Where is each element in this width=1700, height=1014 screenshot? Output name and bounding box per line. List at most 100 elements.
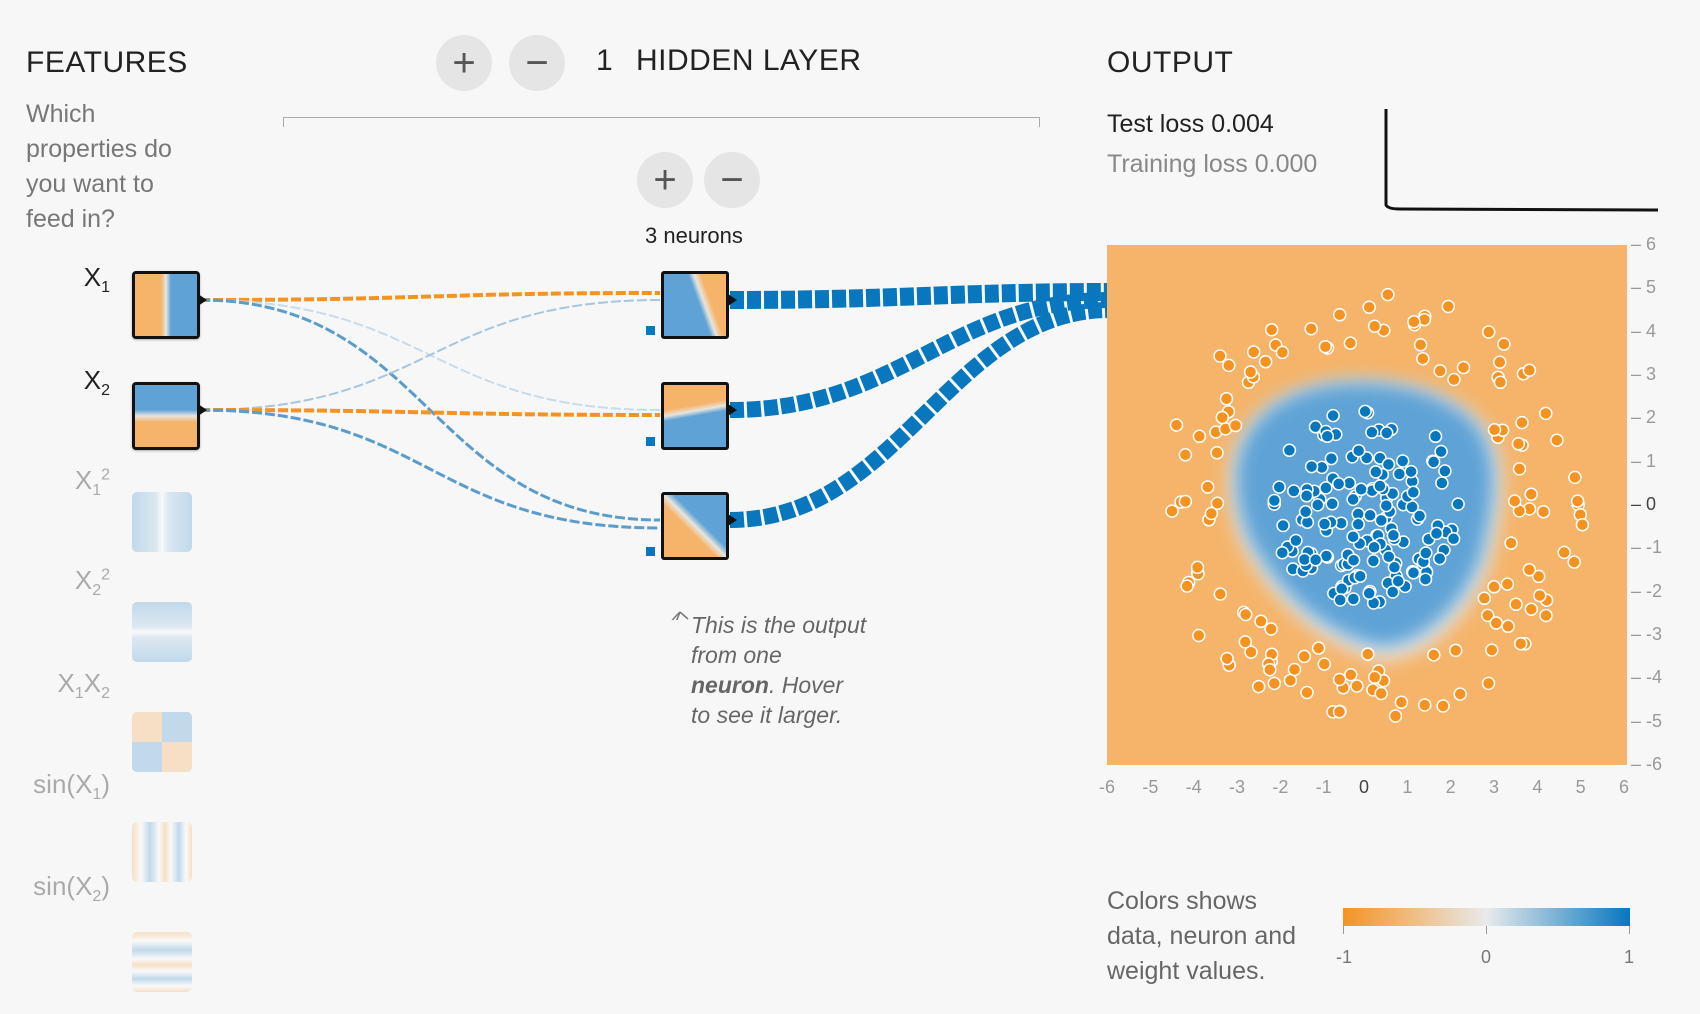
data-point <box>1317 657 1332 671</box>
data-point <box>1568 470 1582 485</box>
data-point <box>1504 536 1518 550</box>
y-tick: – 4 <box>1631 320 1657 341</box>
data-point <box>1346 592 1361 606</box>
y-tick: – -2 <box>1631 580 1663 601</box>
data-point <box>1392 467 1407 481</box>
data-point <box>1289 533 1303 548</box>
data-point <box>1326 408 1340 423</box>
output-heatmap[interactable] <box>1107 245 1627 765</box>
data-point <box>1258 354 1273 369</box>
data-point <box>1448 643 1463 658</box>
neuron-2[interactable] <box>661 382 729 450</box>
data-point <box>1325 497 1339 511</box>
feature-label-sin-x2: sin(X2) <box>33 871 110 906</box>
data-point <box>1192 429 1207 444</box>
data-point <box>1210 446 1224 460</box>
data-point <box>1550 433 1564 447</box>
link-n3-output[interactable] <box>729 302 1111 528</box>
data-point <box>1416 351 1430 366</box>
data-point <box>1427 648 1441 662</box>
bias-n2[interactable] <box>646 437 655 446</box>
data-point <box>1200 480 1215 494</box>
feature-label-sin-x1: sin(X1) <box>33 769 110 804</box>
data-point <box>1361 647 1375 661</box>
data-point <box>1367 670 1382 685</box>
link-n2-output[interactable] <box>729 292 1111 418</box>
data-point <box>1436 699 1450 713</box>
y-tick: – 6 <box>1631 234 1657 254</box>
data-point <box>1178 448 1193 462</box>
data-point <box>1287 662 1302 677</box>
data-point <box>1406 566 1421 580</box>
x-tick: 2 <box>1445 777 1456 797</box>
data-point <box>1394 695 1409 710</box>
data-point <box>1304 459 1319 474</box>
data-point <box>1346 492 1360 507</box>
data-point <box>1311 641 1326 655</box>
data-point <box>1522 563 1537 577</box>
data-point <box>1433 364 1447 378</box>
data-point <box>1536 504 1551 519</box>
data-point <box>1254 614 1268 629</box>
data-point <box>1350 679 1364 693</box>
data-point <box>1267 493 1282 508</box>
neuron-3[interactable] <box>661 492 729 560</box>
data-point <box>1456 360 1471 375</box>
loss-chart <box>1384 109 1659 212</box>
data-point <box>1228 418 1243 433</box>
data-point <box>1362 586 1376 601</box>
data-point <box>1417 698 1432 712</box>
data-point <box>1190 560 1205 575</box>
data-point <box>1192 628 1206 643</box>
data-point <box>1320 429 1335 444</box>
data-point <box>1300 685 1314 700</box>
data-point <box>1204 506 1219 521</box>
y-tick: – 2 <box>1631 407 1657 428</box>
link-x1-n1[interactable] <box>199 291 661 302</box>
data-point <box>1447 372 1461 387</box>
data-point <box>1507 494 1522 508</box>
data-point <box>1441 299 1456 314</box>
data-point <box>1362 300 1376 314</box>
data-point <box>1429 526 1444 541</box>
x-tick: -1 <box>1315 777 1332 797</box>
data-point <box>1489 616 1503 630</box>
data-point <box>1567 555 1581 569</box>
bias-n1[interactable] <box>646 326 655 335</box>
data-point <box>1276 518 1290 533</box>
data-point <box>1246 345 1261 359</box>
feature-sin-x1-box[interactable] <box>132 822 192 882</box>
bias-n3[interactable] <box>646 547 655 556</box>
feature-x1x2-box[interactable] <box>132 712 192 772</box>
data-point <box>1388 709 1403 723</box>
x-tick: -2 <box>1272 777 1289 797</box>
data-point <box>1366 554 1381 568</box>
data-point <box>1297 649 1312 664</box>
data-point <box>1304 321 1318 336</box>
data-point <box>1275 545 1290 560</box>
data-point <box>1220 651 1234 666</box>
data-point <box>1213 587 1228 601</box>
data-point <box>1332 672 1347 687</box>
data-point <box>1346 529 1360 544</box>
data-point <box>1512 462 1527 476</box>
data-point <box>1493 355 1507 369</box>
legend-text: Colors shows data, neuron and weight val… <box>1107 887 1297 985</box>
data-point <box>1334 582 1349 596</box>
data-point <box>1332 705 1347 719</box>
data-point <box>1374 513 1389 528</box>
test-loss: Test loss 0.004 <box>1107 110 1274 138</box>
data-point <box>1497 337 1511 351</box>
data-point <box>1406 485 1421 500</box>
y-tick: – -5 <box>1631 710 1663 731</box>
data-point <box>1215 410 1230 425</box>
link-x2-n1[interactable] <box>199 299 661 411</box>
link-x2-n3[interactable] <box>199 408 661 530</box>
data-point <box>1379 426 1394 440</box>
feature-sin-x2-box[interactable] <box>132 932 192 992</box>
y-tick: – 5 <box>1631 277 1657 298</box>
data-point <box>1317 517 1332 531</box>
data-point <box>1500 577 1515 591</box>
data-point <box>1373 479 1387 493</box>
neuron-1[interactable] <box>661 271 729 339</box>
